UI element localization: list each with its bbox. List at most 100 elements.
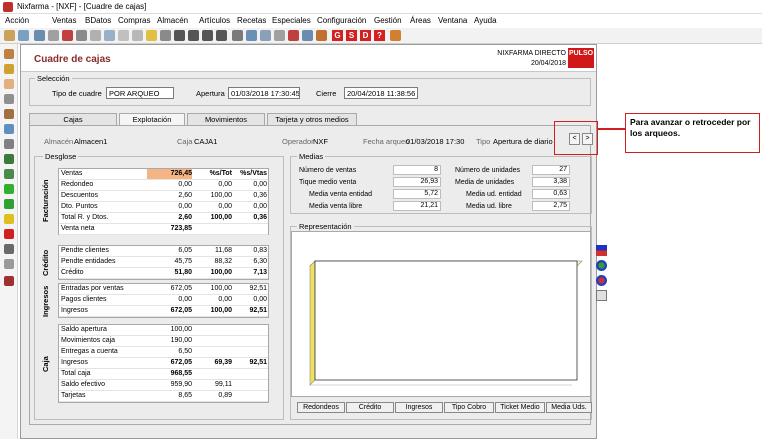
tool-icon[interactable] — [4, 244, 14, 254]
menu-articulos[interactable]: Artículos — [199, 16, 230, 25]
desglose-legend: Desglose — [45, 152, 77, 161]
menu-ventana[interactable]: Ventana — [438, 16, 467, 25]
medias-label: Número de ventas — [299, 167, 357, 174]
tool-icon[interactable] — [274, 30, 285, 41]
facturacion-table: Ventas 726,45 %s/Tot %s/Vtas Redondeo 0,00 0,… — [58, 168, 269, 235]
donut-chart-icon[interactable] — [596, 275, 607, 286]
tool-icon[interactable] — [34, 30, 45, 41]
credito-table: Pendte clientes 6,05 11,68 0,83 Pendte enti… — [58, 245, 269, 280]
s-button[interactable]: S — [346, 30, 357, 41]
row-value: 0,00 — [178, 181, 192, 188]
apertura-field[interactable]: 01/03/2018 17:30:45 — [228, 87, 300, 99]
tab-cajas[interactable]: Cajas — [29, 113, 117, 125]
tool-icon[interactable] — [4, 64, 14, 74]
tool-icon[interactable] — [246, 30, 257, 41]
ticket-medio-button[interactable]: Ticket Medio — [495, 402, 545, 413]
medias-value: 26,93 — [393, 177, 441, 187]
bar-chart-icon[interactable] — [596, 245, 607, 256]
tool-icon[interactable] — [288, 30, 299, 41]
help-button[interactable]: ? — [374, 30, 385, 41]
media-uds-button[interactable]: Media Uds. — [546, 402, 592, 413]
tool-icon[interactable] — [62, 30, 73, 41]
cart-icon[interactable] — [4, 94, 14, 104]
tool-icon[interactable] — [4, 259, 14, 269]
barcode-icon[interactable] — [4, 276, 14, 286]
tool-icon[interactable] — [302, 30, 313, 41]
menu-areas[interactable]: Áreas — [410, 16, 431, 25]
seleccion-legend: Selección — [37, 74, 70, 83]
tool-icon[interactable] — [18, 30, 29, 41]
row-pct-vtas: 92,51 — [249, 285, 267, 292]
menu-bdatos[interactable]: BDatos — [85, 16, 111, 25]
title-bar: Nixfarma - [NXF] - [Cuadre de cajas] — [0, 0, 762, 14]
cierre-field[interactable]: 20/04/2018 11:38:56 — [344, 87, 418, 99]
tool-icon[interactable] — [76, 30, 87, 41]
menu-almacen[interactable]: Almacén — [157, 16, 188, 25]
arrow-right-icon[interactable] — [216, 30, 227, 41]
medias-value: 2,75 — [532, 201, 570, 211]
row-pct-vtas: 6,30 — [253, 258, 267, 265]
row-label: Tarjetas — [61, 392, 86, 399]
row-label: Crédito — [61, 269, 84, 276]
tool-icon[interactable] — [90, 30, 101, 41]
row-value: 0,00 — [178, 203, 192, 210]
plus-icon[interactable] — [4, 184, 14, 194]
medias-label: Media ud. entidad — [466, 191, 522, 198]
menu-gestion[interactable]: Gestión — [374, 16, 402, 25]
tool-icon[interactable] — [160, 30, 171, 41]
tool-icon[interactable] — [4, 49, 14, 59]
arrow-right-icon[interactable] — [188, 30, 199, 41]
tab-movimientos[interactable]: Movimientos — [187, 113, 265, 125]
home-icon[interactable] — [390, 30, 401, 41]
credito-button[interactable]: Crédito — [346, 402, 394, 413]
menu-compras[interactable]: Compras — [118, 16, 150, 25]
col-header-vtas: %s/Vtas — [240, 170, 267, 177]
row-label: Entradas por ventas — [61, 285, 124, 292]
redondeos-button[interactable]: Redondeos — [297, 402, 345, 413]
row-label: Pendte entidades — [61, 258, 116, 265]
pen-icon[interactable] — [4, 124, 14, 134]
row-pct-vtas: 92,51 — [249, 307, 267, 314]
menu-recetas[interactable]: Recetas — [237, 16, 266, 25]
pie-chart-icon[interactable] — [596, 260, 607, 271]
tipo-cuadre-field[interactable]: POR ARQUEO — [106, 87, 174, 99]
ingresos-button[interactable]: Ingresos — [395, 402, 443, 413]
row-pct-vtas: 0,36 — [253, 192, 267, 199]
tipo-cobro-button[interactable]: Tipo Cobro — [444, 402, 494, 413]
tool-icon[interactable] — [260, 30, 271, 41]
tool-icon[interactable] — [118, 30, 129, 41]
arrow-left-icon[interactable] — [202, 30, 213, 41]
fecha-arqueo-value: 01/03/2018 17:30 — [406, 137, 465, 146]
user-icon[interactable] — [4, 79, 14, 89]
menu-especiales[interactable]: Especiales — [272, 16, 311, 25]
printer-icon[interactable] — [232, 30, 243, 41]
menu-ventas[interactable]: Ventas — [52, 16, 76, 25]
ingresos-label: Ingresos — [41, 285, 50, 317]
tool-icon[interactable] — [4, 109, 14, 119]
empty-chart — [309, 260, 583, 386]
medias-value: 27 — [532, 165, 570, 175]
tool-icon[interactable] — [4, 154, 14, 164]
print-chart-icon[interactable] — [596, 290, 607, 301]
row-label: Ingresos — [61, 307, 88, 314]
cart-icon[interactable] — [316, 30, 327, 41]
alert-icon[interactable] — [4, 229, 14, 239]
menu-configuracion[interactable]: Configuración — [317, 16, 366, 25]
tool-icon[interactable] — [104, 30, 115, 41]
tool-icon[interactable] — [4, 139, 14, 149]
row-label: Movimientos caja — [61, 337, 116, 344]
menu-ayuda[interactable]: Ayuda — [474, 16, 497, 25]
tool-icon[interactable] — [4, 30, 15, 41]
warning-icon[interactable] — [4, 214, 14, 224]
tool-icon[interactable] — [48, 30, 59, 41]
row-label: Ventas — [61, 170, 83, 177]
star-icon[interactable] — [146, 30, 157, 41]
refresh-icon[interactable] — [4, 199, 14, 209]
tab-tarjeta[interactable]: Tarjeta y otros medios — [267, 113, 357, 125]
d-button[interactable]: D — [360, 30, 371, 41]
menu-accion[interactable]: Acción — [5, 16, 29, 25]
tool-icon[interactable] — [132, 30, 143, 41]
tool-icon[interactable] — [4, 169, 14, 179]
g-button[interactable]: G — [332, 30, 343, 41]
arrow-left-icon[interactable] — [174, 30, 185, 41]
